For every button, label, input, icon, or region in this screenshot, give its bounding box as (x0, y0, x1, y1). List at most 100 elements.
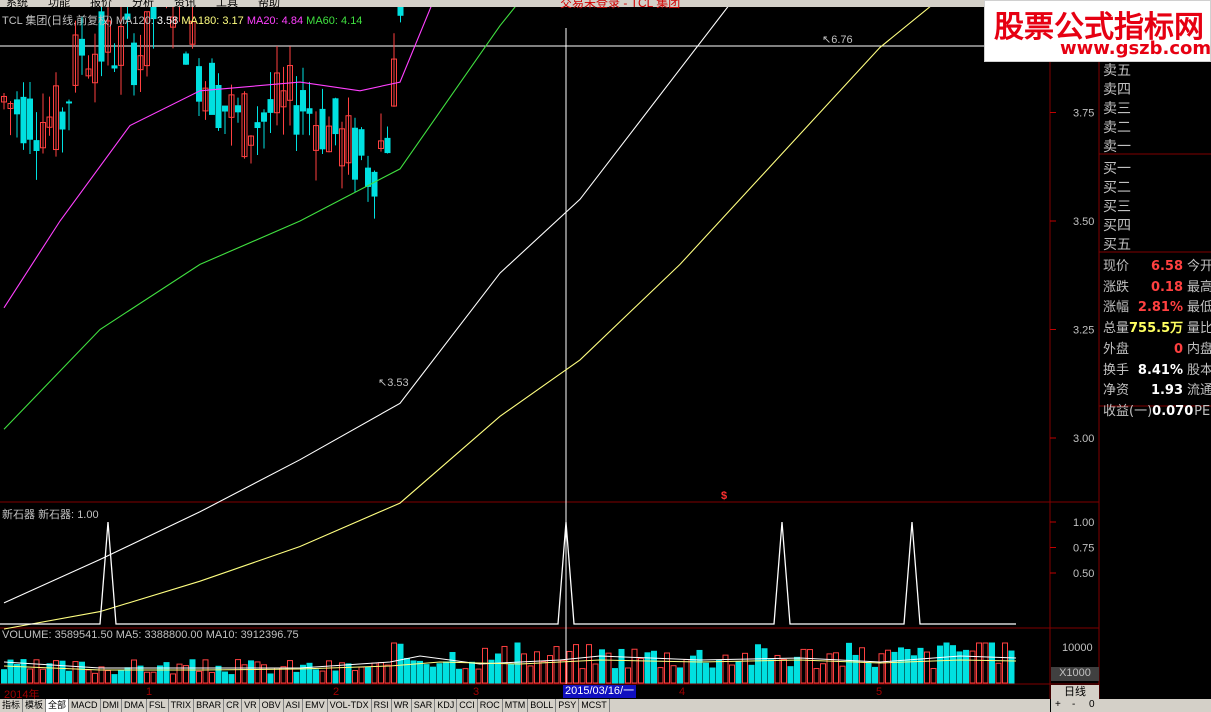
tab-mtm[interactable]: MTM (503, 699, 529, 712)
menu-item-1[interactable]: 功能 (48, 0, 70, 7)
volume-bar (560, 659, 566, 684)
volume-bar (118, 669, 124, 684)
menu-item-5[interactable]: 工具 (216, 0, 238, 7)
volume-bar (222, 671, 228, 684)
volume-bar (319, 670, 326, 684)
menu-item-2[interactable]: 报价 (90, 0, 112, 7)
candle-body (261, 112, 267, 122)
vol-ma5-value: 3388800.00 (144, 629, 203, 641)
tab-指标[interactable]: 指标 (0, 699, 24, 712)
volume-bar (430, 666, 436, 684)
tab-obv[interactable]: OBV (260, 699, 284, 712)
volume-bar (287, 660, 293, 684)
cursor-date: 2015/03/16/一 (563, 685, 637, 698)
volume-bar (66, 670, 72, 684)
quote-label: 换手 (1103, 362, 1130, 378)
candle-body (235, 105, 241, 113)
volume-bar (456, 668, 462, 684)
volume-bar (592, 663, 599, 684)
tab-rsi[interactable]: RSI (372, 699, 392, 712)
menu-item-0[interactable]: 系统 (6, 0, 28, 7)
candle-body (111, 65, 118, 69)
volume-bar (657, 667, 664, 684)
tab-mcst[interactable]: MCST (579, 699, 610, 712)
chart-frames (0, 7, 1211, 699)
tab-trix[interactable]: TRIX (169, 699, 195, 712)
tab-dma[interactable]: DMA (122, 699, 148, 712)
tab-vr[interactable]: VR (242, 699, 260, 712)
volume-bar (170, 673, 176, 684)
volume-bar (33, 659, 40, 684)
volume-unit: X1000 (1051, 667, 1099, 681)
tab-全部[interactable]: 全部 (46, 699, 70, 712)
volume-bar (904, 648, 911, 684)
volume-bar (313, 669, 319, 684)
volume-bar (345, 663, 352, 684)
volume-bar (826, 653, 833, 684)
tab-sar[interactable]: SAR (412, 699, 436, 712)
quote-right-label: 流通 (1187, 383, 1211, 399)
candle-body (66, 101, 72, 104)
volume-bar (27, 668, 33, 684)
volume-bar (729, 664, 735, 684)
volume-bar (248, 660, 254, 684)
tab-dmi[interactable]: DMI (101, 699, 123, 712)
tab-vol-tdx[interactable]: VOL-TDX (328, 699, 372, 712)
volume-bar (898, 647, 904, 684)
zoom-buttons: + - 0 (1051, 699, 1211, 712)
quote-row: 现价 6.58 今开 (1103, 255, 1211, 274)
volume-bar (293, 671, 300, 684)
tab-boll[interactable]: BOLL (528, 699, 557, 712)
moving-average-lines (3, 0, 940, 630)
sell-level-5: 卖五 (1103, 63, 1131, 79)
volume-bar (235, 659, 241, 684)
quote-right-label: 今开 (1187, 259, 1211, 274)
volume-bar (209, 671, 215, 684)
menu-item-6[interactable]: 帮助 (258, 0, 280, 7)
zoom-button-1[interactable]: - (1072, 699, 1075, 710)
zoom-button-2[interactable]: 0 (1089, 699, 1095, 710)
tab-wr[interactable]: WR (392, 699, 412, 712)
quote-value: 6.58 (1150, 259, 1184, 274)
candle-body (196, 66, 202, 102)
quote-value: 2.81% (1137, 300, 1184, 316)
volume-bar (625, 667, 631, 684)
tab-kdj[interactable]: KDJ (435, 699, 458, 712)
ma120-label: MA120: (115, 15, 154, 27)
volume-bar (111, 674, 118, 684)
x-label-m5: 5 (876, 686, 883, 698)
volume-bar (274, 667, 280, 684)
volume-bar (924, 651, 930, 684)
volume-bar (787, 666, 794, 684)
quote-row: 涨跌 0.18 最高 (1103, 276, 1211, 295)
volume-axis-tick: 10000 (1062, 642, 1093, 654)
tab-fsl[interactable]: FSL (147, 699, 169, 712)
volume-bar (176, 663, 183, 684)
tab-psy[interactable]: PSY (556, 699, 580, 712)
volume-bar (72, 661, 79, 684)
tab-asi[interactable]: ASI (284, 699, 304, 712)
sell-level-1: 卖一 (1103, 139, 1131, 155)
candle-body (131, 42, 137, 86)
tab-roc[interactable]: ROC (478, 699, 503, 712)
tab-cr[interactable]: CR (224, 699, 243, 712)
menu-item-3[interactable]: 分析 (132, 0, 154, 7)
candle-body (33, 140, 40, 151)
tab-brar[interactable]: BRAR (194, 699, 225, 712)
tab-cci[interactable]: CCI (457, 699, 478, 712)
indicator-plot: 1.00 0.75 0.50 (0, 517, 1094, 625)
quote-label: 净资 (1103, 383, 1130, 399)
volume-bar (976, 642, 982, 684)
tab-模板[interactable]: 模板 (23, 699, 47, 712)
period-tab[interactable]: 日线 (1051, 685, 1099, 699)
volume-bar (267, 673, 274, 684)
price-tick-label: 3.50 (1073, 216, 1094, 228)
menu-item-4[interactable]: 资讯 (174, 0, 196, 7)
zoom-button-0[interactable]: + (1055, 699, 1061, 710)
indicator-name: 新石器 (2, 509, 35, 521)
tab-emv[interactable]: EMV (303, 699, 328, 712)
volume-bar (612, 668, 618, 684)
chart-canvas[interactable]: 6.256.005.755.505.255.004.754.504.254.00… (0, 0, 1211, 712)
watermark-url: www.gszb.com (1060, 38, 1211, 59)
tab-macd[interactable]: MACD (69, 699, 101, 712)
